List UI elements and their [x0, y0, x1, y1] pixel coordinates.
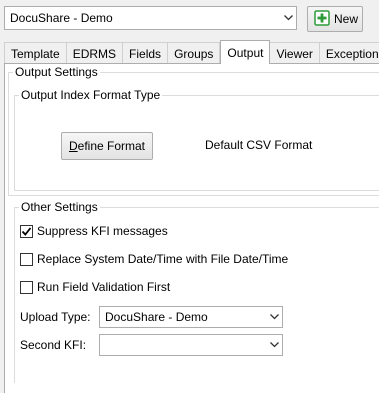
second-kfi-label: Second KFI: [20, 338, 87, 352]
suppress-kfi-label: Suppress KFI messages [37, 224, 168, 238]
suppress-kfi-checkbox[interactable] [20, 224, 33, 238]
tab-label: Exceptions [325, 46, 379, 61]
other-settings-legend: Other Settings [19, 200, 100, 214]
index-format-legend: Output Index Format Type [19, 88, 163, 102]
upload-type-select[interactable]: DocuShare - Demo [99, 306, 283, 328]
run-field-validation-option[interactable]: Run Field Validation First [20, 280, 170, 294]
profile-select[interactable]: DocuShare - Demo [4, 6, 297, 30]
second-kfi-select[interactable] [99, 334, 283, 356]
tab-template[interactable]: Template [4, 42, 67, 64]
suppress-kfi-option[interactable]: Suppress KFI messages [20, 224, 168, 238]
tab-label: Viewer [276, 46, 313, 61]
output-settings-legend: Output Settings [13, 65, 100, 79]
plus-document-icon [314, 9, 330, 29]
replace-datetime-label: Replace System Date/Time with File Date/… [37, 252, 289, 266]
tab-fields[interactable]: Fields [123, 42, 169, 64]
tab-label: EDRMS [72, 46, 117, 61]
chevron-down-icon [266, 307, 282, 327]
new-button[interactable]: New [307, 6, 363, 32]
tab-viewer[interactable]: Viewer [270, 42, 320, 64]
tab-output[interactable]: Output [220, 40, 271, 64]
replace-datetime-option[interactable]: Replace System Date/Time with File Date/… [20, 252, 288, 266]
upload-type-label: Upload Type: [20, 310, 91, 324]
upload-type-value: DocuShare - Demo [105, 310, 208, 324]
define-format-label: Define Format [68, 139, 146, 153]
chevron-down-icon [280, 7, 296, 29]
chevron-down-icon [266, 335, 282, 355]
tab-exceptions[interactable]: Exceptions [319, 42, 379, 64]
define-format-button[interactable]: Define Format [61, 132, 153, 160]
run-field-validation-checkbox[interactable] [20, 280, 33, 294]
replace-datetime-checkbox[interactable] [20, 252, 33, 266]
tab-label: Output [227, 45, 264, 60]
tab-groups[interactable]: Groups [168, 42, 221, 64]
tab-strip: Template EDRMS Fields Groups Output View… [4, 40, 379, 64]
tab-edrms[interactable]: EDRMS [66, 42, 124, 64]
format-value-text: Default CSV Format [205, 138, 313, 152]
tab-label: Fields [129, 46, 162, 61]
profile-select-value: DocuShare - Demo [10, 11, 113, 25]
new-button-label: New [334, 12, 359, 26]
checkmark-icon [21, 226, 32, 236]
tab-label: Template [11, 46, 60, 61]
tab-label: Groups [174, 46, 214, 61]
run-field-validation-label: Run Field Validation First [37, 280, 171, 294]
